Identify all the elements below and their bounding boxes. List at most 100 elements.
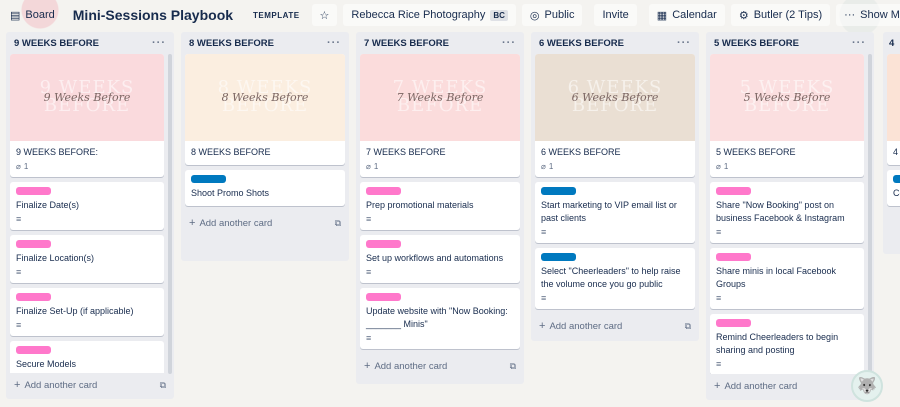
list-header[interactable]: 4 <box>883 32 900 54</box>
add-card-label: Add another card <box>24 380 98 391</box>
plus-icon: + <box>189 217 196 229</box>
list-menu-icon[interactable]: ··· <box>677 37 691 49</box>
add-card-label: Add another card <box>724 381 798 392</box>
list-card[interactable]: Share "Now Booking" post on business Fac… <box>710 182 864 243</box>
add-card-button[interactable]: +Add another card ⧉ <box>356 354 524 378</box>
board-view-label: Board <box>25 9 55 21</box>
list-title[interactable]: 5 WEEKS BEFORE <box>714 38 799 49</box>
template-icon[interactable]: ⧉ <box>685 321 691 332</box>
cover-card[interactable]: 5 WEEKS BEFORE 5 Weeks Before 5 WEEKS BE… <box>710 54 864 177</box>
card-title: Share minis in local Facebook Groups <box>716 266 837 289</box>
card-title: Start marketing to VIP email list or pas… <box>541 200 677 223</box>
list-header[interactable]: 7 WEEKS BEFORE ··· <box>356 32 524 54</box>
list-header[interactable]: 6 WEEKS BEFORE ··· <box>531 32 699 54</box>
list-card[interactable]: Share minis in local Facebook Groups ≡ <box>710 248 864 309</box>
list-card[interactable]: Set up workflows and automations ≡ <box>360 235 520 283</box>
card-title: 5 WEEKS BEFORE <box>716 147 796 157</box>
pink-label[interactable] <box>16 346 51 354</box>
pink-label[interactable] <box>366 240 401 248</box>
card-title: Share "Now Booking" post on business Fac… <box>716 200 845 223</box>
workspace-button[interactable]: Rebecca Rice Photography BC <box>343 4 516 26</box>
calendar-button[interactable]: ▦ Calendar <box>648 4 725 26</box>
blue-label[interactable] <box>541 253 576 261</box>
blue-label[interactable] <box>893 175 900 183</box>
paperclip-icon: ⌀ <box>541 162 546 171</box>
star-button[interactable]: ☆ <box>311 4 338 26</box>
paperclip-icon: ⌀ <box>716 162 721 171</box>
board-title[interactable]: Mini-Sessions Playbook <box>65 7 241 23</box>
add-card-label: Add another card <box>199 218 273 229</box>
list-card[interactable]: Update website with "Now Booking: ______… <box>360 288 520 349</box>
list-card[interactable]: Prep promotional materials ≡ <box>360 182 520 230</box>
description-icon: ≡ <box>541 293 547 303</box>
pink-label[interactable] <box>716 187 751 195</box>
list-card[interactable]: Finalize Date(s) ≡ <box>10 182 164 230</box>
husky-mascot-icon[interactable]: 🐺 <box>851 370 883 402</box>
add-card-button[interactable]: +Add another card ⧉ <box>181 211 349 235</box>
template-icon[interactable]: ⧉ <box>335 218 341 229</box>
pink-label[interactable] <box>16 293 51 301</box>
pink-label[interactable] <box>366 187 401 195</box>
list-card[interactable]: Secure Models <box>10 341 164 373</box>
list-header[interactable]: 5 WEEKS BEFORE ··· <box>706 32 874 54</box>
pink-label[interactable] <box>16 240 51 248</box>
list-header[interactable]: 9 WEEKS BEFORE ··· <box>6 32 174 54</box>
list-card[interactable]: Finalize Set-Up (if applicable) ≡ <box>10 288 164 336</box>
cover-card[interactable]: 6 WEEKS BEFORE 6 Weeks Before 6 WEEKS BE… <box>535 54 695 177</box>
add-card-button[interactable]: +Add another card ⧉ <box>706 374 874 398</box>
template-icon[interactable]: ⧉ <box>160 380 166 391</box>
show-menu-label: Show Menu <box>860 9 900 21</box>
card-title: Co <box>893 188 900 198</box>
cover-card[interactable]: 8 WEEKS BEFORE 8 Weeks Before 8 WEEKS BE… <box>185 54 345 165</box>
list-title[interactable]: 7 WEEKS BEFORE <box>364 38 449 49</box>
paperclip-icon: ⌀ <box>366 162 371 171</box>
card-title: Update website with "Now Booking: ______… <box>366 306 508 329</box>
board-view-switcher[interactable]: ▤ Board <box>6 4 59 26</box>
blue-label[interactable] <box>191 175 226 183</box>
add-card-label: Add another card <box>374 361 448 372</box>
list-card[interactable]: Co <box>887 170 900 206</box>
list-title[interactable]: 4 <box>889 38 894 49</box>
board-header: ▤ Board Mini-Sessions Playbook TEMPLATE … <box>0 0 900 30</box>
cover-card[interactable]: 7 WEEKS BEFORE 7 Weeks Before 7 WEEKS BE… <box>360 54 520 177</box>
list-menu-icon[interactable]: ··· <box>152 37 166 49</box>
list-title[interactable]: 6 WEEKS BEFORE <box>539 38 624 49</box>
pink-label[interactable] <box>366 293 401 301</box>
list-4-weeks-before: 4 4 Co <box>883 32 900 254</box>
list-header[interactable]: 8 WEEKS BEFORE ··· <box>181 32 349 54</box>
cover-script: 5 Weeks Before <box>743 91 831 104</box>
show-menu-button[interactable]: ··· Show Menu <box>836 4 900 26</box>
list-title[interactable]: 8 WEEKS BEFORE <box>189 38 274 49</box>
description-icon: ≡ <box>716 359 722 369</box>
butler-button[interactable]: ⚙ Butler (2 Tips) <box>730 4 831 26</box>
add-card-button[interactable]: +Add another card ⧉ <box>6 373 174 397</box>
invite-button[interactable]: Invite <box>594 4 637 26</box>
list-card[interactable]: Start marketing to VIP email list or pas… <box>535 182 695 243</box>
description-icon: ≡ <box>16 214 22 224</box>
blue-label[interactable] <box>541 187 576 195</box>
pink-label[interactable] <box>716 319 751 327</box>
list-scrollbar[interactable] <box>868 54 872 374</box>
list-menu-icon[interactable]: ··· <box>852 37 866 49</box>
list-card[interactable]: Remind Cheerleaders to begin sharing and… <box>710 314 864 374</box>
list-scrollbar[interactable] <box>168 54 172 374</box>
card-title: 8 WEEKS BEFORE <box>191 147 271 157</box>
pink-label[interactable] <box>716 253 751 261</box>
list-menu-icon[interactable]: ··· <box>327 37 341 49</box>
card-cover <box>887 54 900 141</box>
list-card[interactable]: Shoot Promo Shots <box>185 170 345 206</box>
card-title: 7 WEEKS BEFORE <box>366 147 446 157</box>
description-icon: ≡ <box>716 227 722 237</box>
pink-label[interactable] <box>16 187 51 195</box>
list-menu-icon[interactable]: ··· <box>502 37 516 49</box>
list-card[interactable]: Finalize Location(s) ≡ <box>10 235 164 283</box>
visibility-button[interactable]: ◎ Public <box>521 4 583 26</box>
cover-card[interactable]: 4 <box>887 54 900 165</box>
list-5-weeks-before: 5 WEEKS BEFORE ··· 5 WEEKS BEFORE 5 Week… <box>706 32 874 400</box>
cover-card[interactable]: 9 WEEKS BEFORE 9 Weeks Before 9 WEEKS BE… <box>10 54 164 177</box>
template-icon[interactable]: ⧉ <box>510 361 516 372</box>
plus-icon: + <box>14 379 21 391</box>
list-card[interactable]: Select "Cheerleaders" to help raise the … <box>535 248 695 309</box>
add-card-button[interactable]: +Add another card ⧉ <box>531 314 699 338</box>
list-title[interactable]: 9 WEEKS BEFORE <box>14 38 99 49</box>
